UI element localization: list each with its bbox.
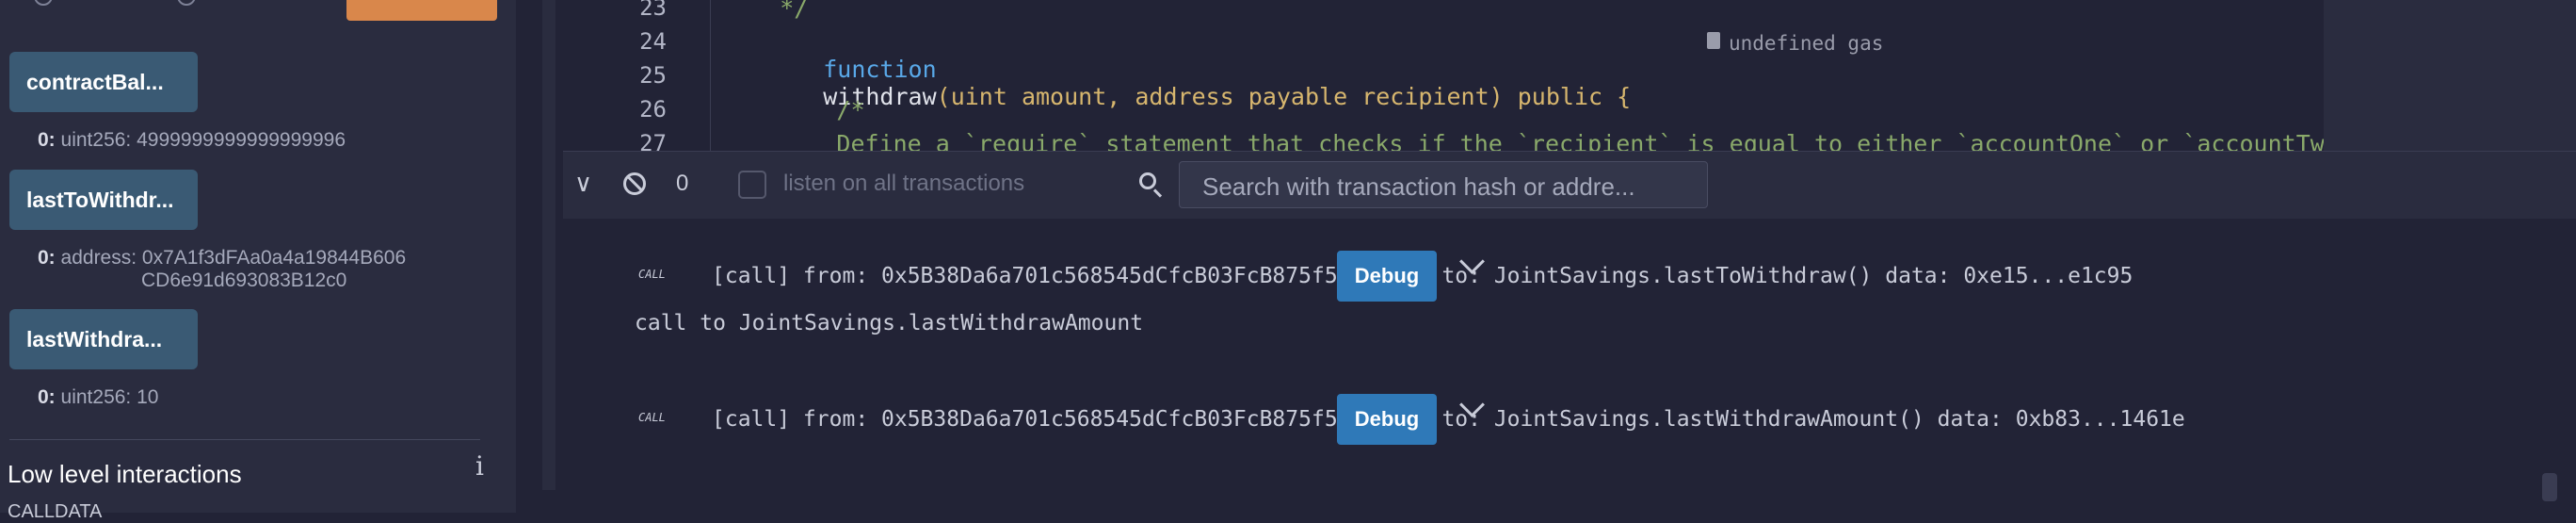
terminal-toolbar: ∨ 0 listen on all transactions Search wi… <box>563 151 2576 220</box>
last-withdraw-amount-output: 0: uint256: 10 <box>38 386 158 409</box>
line-number: 24 <box>639 28 667 55</box>
code-line: function withdraw(uint amount, address p… <box>766 28 1631 138</box>
log-entry-text: [call] from: 0x5B38Da6a701c568545dCfcB03… <box>712 407 2185 432</box>
left-scrollbar[interactable] <box>542 0 555 490</box>
code-line: /* <box>723 96 865 123</box>
left-panel: contractBal... 0: uint256: 4999999999999… <box>0 0 516 522</box>
last-to-withdraw-output: 0: address: 0x7A1f3dFAa0a4a19844B606 <box>38 247 406 270</box>
output-index: 0: <box>38 386 56 408</box>
code-editor[interactable]: 23 */ 24 function withdraw(uint amount, … <box>563 0 2576 157</box>
listen-checkbox[interactable] <box>738 171 766 199</box>
log-plain-line: call to JointSavings.lastWithdrawAmount <box>635 311 1144 335</box>
editor-indent-guide <box>710 0 711 151</box>
contract-balance-button[interactable]: contractBal... <box>9 52 198 112</box>
gas-pump-icon <box>1707 32 1720 49</box>
radio-circle-icon[interactable] <box>34 0 53 6</box>
output-index: 0: <box>38 247 56 269</box>
listen-label: listen on all transactions <box>783 171 1025 196</box>
button-label: lastToWithdr... <box>26 188 174 212</box>
debug-button[interactable]: Debug <box>1337 394 1437 445</box>
search-placeholder: Search with transaction hash or addre... <box>1202 172 1635 201</box>
function-signature: (uint amount, address payable recipient)… <box>936 83 1632 110</box>
low-level-interactions-title: Low level interactions <box>8 460 242 488</box>
line-number: 23 <box>639 0 667 21</box>
last-withdraw-amount-button[interactable]: lastWithdra... <box>9 309 198 369</box>
collapse-double-chevron-icon[interactable]: ∨ <box>574 169 592 197</box>
code-line: */ <box>723 0 809 22</box>
output-value-line1: address: 0x7A1f3dFAa0a4a19844B606 <box>60 247 407 269</box>
button-label: contractBal... <box>26 70 164 94</box>
button-label: lastWithdra... <box>26 327 163 351</box>
divider <box>9 439 480 440</box>
transaction-search-input[interactable]: Search with transaction hash or addre... <box>1179 161 1708 208</box>
search-icon <box>1139 172 1163 198</box>
info-icon[interactable]: i <box>475 450 484 482</box>
terminal-output: CALL [call] from: 0x5B38Da6a701c568545dC… <box>563 219 2576 513</box>
call-badge: CALL <box>638 411 666 424</box>
line-number: 26 <box>639 96 667 123</box>
debug-button[interactable]: Debug <box>1337 251 1437 302</box>
keyword: function <box>823 56 937 83</box>
last-to-withdraw-button[interactable]: lastToWithdr... <box>9 170 198 230</box>
terminal-scrollbar[interactable] <box>2542 473 2557 501</box>
output-value: uint256: 4999999999999999996 <box>60 129 346 151</box>
output-value: uint256: 10 <box>60 386 159 408</box>
line-number: 25 <box>639 62 667 89</box>
clear-console-icon[interactable] <box>623 172 646 195</box>
editor-minimap[interactable] <box>2324 0 2576 151</box>
panel-gutter <box>516 0 563 513</box>
call-badge: CALL <box>638 268 666 281</box>
radio-circle-icon[interactable] <box>177 0 196 6</box>
gas-estimate: undefined gas <box>1729 32 1884 55</box>
tx-count: 0 <box>676 171 689 196</box>
last-to-withdraw-output-line2: CD6e91d693083B12c0 <box>141 270 346 292</box>
output-value-line2: CD6e91d693083B12c0 <box>141 270 347 291</box>
contract-balance-output: 0: uint256: 4999999999999999996 <box>38 129 346 152</box>
output-index: 0: <box>38 129 56 151</box>
deploy-button[interactable] <box>346 0 497 21</box>
